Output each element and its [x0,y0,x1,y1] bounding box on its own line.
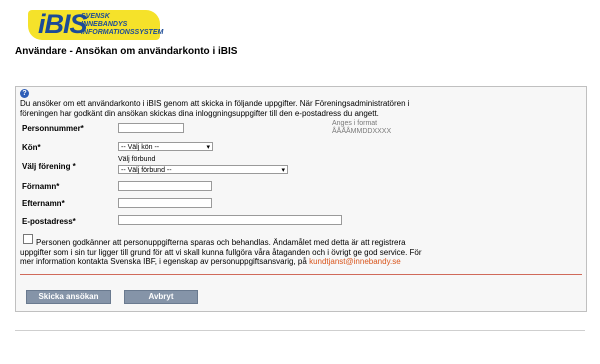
forbund-label: Välj förbund [118,156,156,163]
application-form-panel: ? Du ansöker om ett användarkonto i iBIS… [15,86,587,312]
logo-subtitle: SVENSK INNEBANDYS INFORMATIONSSYSTEM [81,13,163,37]
efternamn-input[interactable] [118,198,212,208]
submit-application-button[interactable]: Skicka ansökan [26,290,111,304]
kon-select[interactable]: -- Välj kön -- ▾ [118,142,213,151]
form-divider [20,274,582,275]
page-title: Användare - Ansökan om användarkonto i i… [15,46,238,57]
efternamn-label: Efternamn* [22,199,65,208]
logo-main-text: iBIS [38,9,88,39]
kon-label: Kön* [22,143,41,152]
email-input[interactable] [118,215,342,225]
cancel-button[interactable]: Avbryt [124,290,198,304]
ibis-logo: iBIS SVENSK INNEBANDYS INFORMATIONSSYSTE… [28,9,163,40]
forbund-select[interactable]: -- Välj förbund -- ▾ [118,165,288,174]
page-bottom-divider [15,330,585,331]
personnummer-hint-format: ÅÅÅÅMMDDXXXX [332,128,392,135]
personnummer-input[interactable] [118,123,184,133]
fornamn-label: Förnamn* [22,182,60,191]
chevron-down-icon: ▾ [206,144,210,151]
kon-select-value: -- Välj kön -- [121,144,160,151]
personnummer-hint-title: Anges i format [332,120,378,127]
fornamn-input[interactable] [118,181,212,191]
info-icon: ? [20,89,29,98]
intro-text: Du ansöker om ett användarkonto i iBIS g… [20,99,410,118]
logo-line-1: SVENSK [81,13,110,20]
forening-label: Välj förening * [22,162,76,171]
customer-service-email-link[interactable]: kundtjanst@innebandy.se [309,257,401,266]
consent-text: Personen godkänner att personuppgifterna… [20,238,428,267]
logo-line-2: INNEBANDYS [81,21,128,28]
chevron-down-icon: ▾ [281,167,285,174]
epost-label: E-postadress* [22,217,76,226]
logo-line-3: INFORMATIONSSYSTEM [81,29,164,36]
personnummer-label: Personnummer* [22,124,84,133]
forbund-select-value: -- Välj förbund -- [121,167,172,174]
